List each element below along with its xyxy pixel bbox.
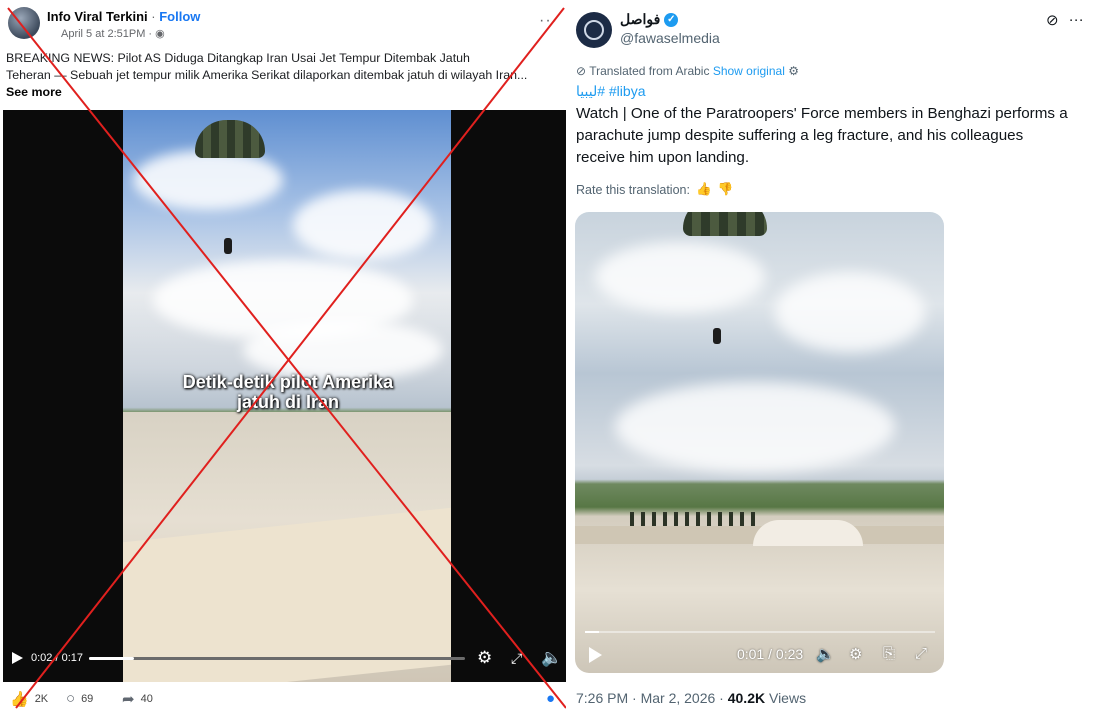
x-post: فواصل ✓ @fawaselmedia ⊘ ··· ⊘ Translated… bbox=[566, 0, 1100, 713]
show-original-link[interactable]: Show original bbox=[713, 64, 785, 78]
soldiers-group bbox=[630, 512, 760, 526]
translate-icon: ⊘ bbox=[576, 64, 587, 78]
video-progress-fill bbox=[89, 657, 135, 660]
shares-value: 40 bbox=[140, 693, 153, 705]
video-caption: Detik-detik pilot Amerika jatuh di Iran bbox=[153, 372, 423, 412]
verified-badge-icon: ✓ bbox=[664, 12, 679, 27]
comments-value: 69 bbox=[81, 692, 94, 705]
video-time: 0:02 / 0:17 bbox=[31, 652, 83, 664]
follow-button[interactable]: Follow bbox=[159, 9, 200, 24]
video-frame: Detik-detik pilot Amerika jatuh di Iran bbox=[123, 110, 451, 682]
post-body-line: Watch | One of the Paratroopers' Force m… bbox=[576, 105, 1068, 122]
post-body: Teheran — Sebuah jet tempur milik Amerik… bbox=[6, 68, 528, 82]
video-progress-bar[interactable] bbox=[585, 631, 935, 633]
video-time: 0:01 / 0:23 bbox=[737, 646, 804, 662]
display-name[interactable]: فواصل bbox=[620, 11, 660, 28]
tent bbox=[753, 520, 863, 546]
post-meta: April 5 at 2:51PM · ◉ bbox=[61, 27, 165, 40]
post-body-line: receive him upon landing. bbox=[576, 149, 750, 166]
video-player[interactable]: 0:01 / 0:23 🔈 ⚙ ⎘ ⤢ bbox=[575, 212, 944, 673]
post-date[interactable]: April 5 at 2:51PM · bbox=[61, 28, 155, 40]
header-separator: · bbox=[147, 9, 160, 24]
translated-from-label: Translated from Arabic bbox=[589, 64, 710, 78]
video-caption-line-2: jatuh di Iran bbox=[236, 392, 339, 412]
comment-icon: ○ bbox=[66, 690, 76, 707]
post-timestamp[interactable]: 7:26 PM · Mar 2, 2026 · bbox=[576, 690, 728, 706]
account-name-row: فواصل ✓ bbox=[620, 11, 679, 28]
facebook-post: Info Viral Terkini · Follow April 5 at 2… bbox=[0, 0, 566, 713]
video-caption-line-1: Detik-detik pilot Amerika bbox=[182, 372, 394, 392]
parachute-canopy bbox=[195, 120, 265, 158]
thumbs-up-icon: 👍 bbox=[10, 691, 29, 708]
translation-notice: ⊘ Translated from Arabic Show original ⚙ bbox=[576, 64, 799, 78]
likes-value: 2K bbox=[34, 693, 49, 705]
like-count[interactable]: 👍 2K bbox=[10, 690, 48, 708]
post-body: Watch | One of the Paratroopers' Force m… bbox=[576, 103, 1096, 169]
translation-settings-icon[interactable]: ⚙ bbox=[788, 64, 799, 78]
video-controls: 0:02 / 0:17 ⚙ ⤢ 🔈 bbox=[3, 638, 566, 682]
more-options-icon[interactable]: ··· bbox=[539, 12, 558, 30]
rate-translation-label: Rate this translation: bbox=[576, 182, 690, 197]
thumbs-up-icon[interactable]: 👍 bbox=[696, 182, 712, 197]
post-headline: BREAKING NEWS: Pilot AS Diduga Ditangkap… bbox=[6, 51, 470, 65]
post-text: BREAKING NEWS: Pilot AS Diduga Ditangkap… bbox=[6, 50, 551, 101]
page-name[interactable]: Info Viral Terkini bbox=[47, 9, 148, 24]
video-player[interactable]: Detik-detik pilot Amerika jatuh di Iran … bbox=[3, 110, 566, 682]
grok-icon[interactable]: ⊘ bbox=[1046, 11, 1059, 29]
share-icon: ➦ bbox=[122, 691, 135, 708]
rate-translation: Rate this translation: 👍 👎 bbox=[576, 182, 733, 197]
page-avatar[interactable] bbox=[8, 7, 40, 39]
account-avatar[interactable] bbox=[576, 12, 612, 48]
post-body-line: parachute jump despite suffering a leg f… bbox=[576, 127, 1024, 144]
post-header: Info Viral Terkini · Follow bbox=[47, 9, 200, 24]
settings-gear-icon[interactable]: ⚙ bbox=[849, 645, 862, 663]
thumbs-down-icon[interactable]: 👎 bbox=[718, 182, 734, 197]
play-icon[interactable] bbox=[12, 652, 23, 664]
post-top-actions: ⊘ ··· bbox=[1046, 11, 1084, 29]
facebook-badge-icon: ● bbox=[546, 690, 556, 707]
parachutist bbox=[224, 238, 232, 254]
comment-count[interactable]: ○ 69 bbox=[66, 690, 93, 707]
globe-icon: ◉ bbox=[155, 28, 165, 40]
hashtags[interactable]: ليبيا# #libya bbox=[576, 83, 645, 100]
views-count: 40.2K bbox=[727, 690, 766, 706]
share-count[interactable]: ➦ 40 bbox=[122, 690, 153, 708]
reactions-bar: 👍 2K ○ 69 ➦ 40 ● bbox=[0, 684, 566, 713]
picture-in-picture-icon[interactable]: ⎘ bbox=[883, 645, 895, 662]
video-progress-fill bbox=[585, 631, 599, 633]
parachute-canopy bbox=[683, 212, 767, 236]
play-icon[interactable] bbox=[589, 647, 602, 663]
fullscreen-icon[interactable]: ⤢ bbox=[915, 645, 927, 662]
more-options-icon[interactable]: ··· bbox=[1069, 11, 1084, 29]
video-controls: 0:01 / 0:23 🔈 ⚙ ⎘ ⤢ bbox=[575, 627, 944, 673]
video-progress-bar[interactable] bbox=[89, 657, 465, 660]
see-more-link[interactable]: See more bbox=[6, 84, 551, 101]
account-handle[interactable]: @fawaselmedia bbox=[620, 30, 720, 46]
fullscreen-icon[interactable]: ⤢ bbox=[511, 650, 522, 667]
volume-icon[interactable]: 🔈 bbox=[541, 648, 562, 668]
parachutist bbox=[713, 328, 721, 344]
settings-gear-icon[interactable]: ⚙ bbox=[477, 648, 492, 668]
views-label: Views bbox=[765, 690, 807, 706]
volume-icon[interactable]: 🔈 bbox=[816, 645, 835, 663]
post-footer: 7:26 PM · Mar 2, 2026 · 40.2K Views bbox=[576, 690, 806, 706]
